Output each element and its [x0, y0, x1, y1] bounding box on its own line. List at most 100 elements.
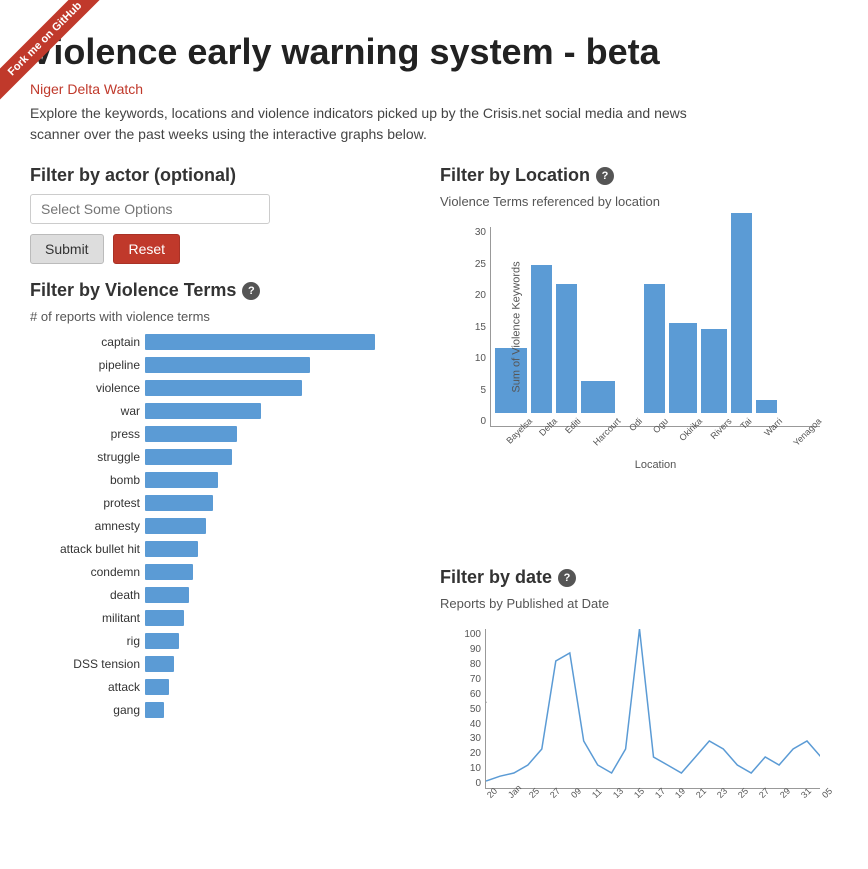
- location-subtitle: Violence Terms referenced by location: [440, 194, 838, 209]
- date-help-icon[interactable]: ?: [558, 569, 576, 587]
- violence-bar-row[interactable]: death: [30, 585, 400, 605]
- date-x-tick-label: 09: [569, 786, 583, 800]
- violence-term-label: bomb: [30, 473, 145, 487]
- violence-term-bar: [145, 334, 375, 350]
- violence-bar-row[interactable]: militant: [30, 608, 400, 628]
- location-bar-col[interactable]: Editi: [556, 284, 577, 426]
- location-bar: [756, 400, 777, 413]
- violence-term-bar: [145, 403, 261, 419]
- location-bar: [531, 265, 552, 413]
- date-x-tick-label: 29: [778, 786, 792, 800]
- violence-term-label: protest: [30, 496, 145, 510]
- location-bar: [644, 284, 665, 413]
- date-y-label: # of Reports: [485, 679, 487, 739]
- location-bar-col[interactable]: Rivers: [701, 329, 727, 426]
- violence-term-bar: [145, 564, 193, 580]
- date-x-tick-label: 21: [694, 786, 708, 800]
- location-bar: [556, 284, 577, 413]
- violence-term-bar: [145, 518, 206, 534]
- date-x-tick-label: 15: [632, 786, 646, 800]
- date-x-tick-label: 13: [611, 786, 625, 800]
- date-svg: [486, 629, 820, 788]
- location-bar-col[interactable]: Okirika: [669, 323, 697, 426]
- date-y-tick: 50: [470, 704, 481, 715]
- violence-bar-row[interactable]: war: [30, 401, 400, 421]
- location-y-ticks: 051015202530: [440, 227, 490, 427]
- violence-bar-row[interactable]: protest: [30, 493, 400, 513]
- date-y-tick: 40: [470, 719, 481, 730]
- date-y-tick: 70: [470, 674, 481, 685]
- violence-bar-row[interactable]: pipeline: [30, 355, 400, 375]
- date-x-tick-label: 27: [757, 786, 771, 800]
- location-y-tick: 30: [475, 227, 486, 238]
- violence-bar-row[interactable]: DSS tension: [30, 654, 400, 674]
- location-bar: [581, 381, 616, 413]
- violence-term-label: gang: [30, 703, 145, 717]
- violence-bar-row[interactable]: rig: [30, 631, 400, 651]
- violence-bar-row[interactable]: press: [30, 424, 400, 444]
- filter-violence-title: Filter by Violence Terms ?: [30, 280, 410, 301]
- location-y-label: Sum of Violence Keywords: [511, 261, 523, 392]
- location-bar: [701, 329, 727, 413]
- violence-bar-row[interactable]: attack: [30, 677, 400, 697]
- date-y-tick: 80: [470, 659, 481, 670]
- violence-term-label: militant: [30, 611, 145, 625]
- filter-date-section: Filter by date ? Reports by Published at…: [440, 567, 838, 849]
- filter-location-section: Filter by Location ? Violence Terms refe…: [440, 165, 838, 487]
- violence-term-label: attack: [30, 680, 145, 694]
- violence-bar-row[interactable]: condemn: [30, 562, 400, 582]
- date-x-tick-label: 20: [485, 786, 499, 800]
- violence-subtitle: # of reports with violence terms: [30, 309, 410, 324]
- location-x-tick-label: Bayelsa: [504, 416, 534, 446]
- submit-button[interactable]: Submit: [30, 234, 104, 264]
- reset-button[interactable]: Reset: [113, 234, 180, 264]
- location-y-tick: 15: [475, 322, 486, 333]
- page-title: Violence early warning system - beta: [30, 30, 838, 73]
- location-bar-chart: 051015202530 Sum of Violence Keywords Ba…: [440, 217, 830, 487]
- violence-bar-row[interactable]: bomb: [30, 470, 400, 490]
- location-x-tick-label: Harcourt: [591, 416, 622, 447]
- violence-help-icon[interactable]: ?: [242, 282, 260, 300]
- location-bar-col[interactable]: Warri: [756, 400, 777, 426]
- location-x-tick-label: Okirika: [677, 416, 704, 443]
- actor-select-input[interactable]: [30, 194, 270, 224]
- violence-term-label: condemn: [30, 565, 145, 579]
- location-bar-col[interactable]: Tai: [731, 213, 752, 426]
- location-bar: [731, 213, 752, 413]
- violence-bar-row[interactable]: attack bullet hit: [30, 539, 400, 559]
- violence-bar-row[interactable]: violence: [30, 378, 400, 398]
- violence-term-label: press: [30, 427, 145, 441]
- date-x-tick-label: 05: [820, 786, 834, 800]
- location-bar-col[interactable]: Odi: [619, 413, 640, 426]
- violence-bar-row[interactable]: captain: [30, 332, 400, 352]
- location-x-label: Location: [635, 459, 677, 471]
- location-help-icon[interactable]: ?: [596, 167, 614, 185]
- violence-term-label: death: [30, 588, 145, 602]
- date-x-tick-label: 31: [799, 786, 813, 800]
- date-x-ticks: 20Jan252709111315171921232527293105: [485, 789, 820, 849]
- violence-bar-row[interactable]: amnesty: [30, 516, 400, 536]
- date-x-tick-label: 27: [548, 786, 562, 800]
- violence-term-label: war: [30, 404, 145, 418]
- violence-term-bar: [145, 426, 237, 442]
- github-ribbon[interactable]: Fork me on GitHub: [0, 0, 120, 120]
- site-link[interactable]: Niger Delta Watch: [30, 81, 838, 97]
- location-bar-col[interactable]: Delta: [531, 265, 552, 426]
- date-y-tick: 60: [470, 689, 481, 700]
- location-bar-col[interactable]: Harcourt: [581, 381, 616, 426]
- date-y-tick: 100: [464, 629, 481, 640]
- page-description: Explore the keywords, locations and viol…: [30, 103, 730, 145]
- violence-term-label: violence: [30, 381, 145, 395]
- date-y-tick: 20: [470, 748, 481, 759]
- violence-bar-row[interactable]: struggle: [30, 447, 400, 467]
- location-y-tick: 0: [480, 416, 486, 427]
- location-bar-col[interactable]: Yenagoa: [781, 413, 816, 426]
- violence-bar-row[interactable]: gang: [30, 700, 400, 720]
- violence-term-bar: [145, 541, 198, 557]
- location-bar-col[interactable]: Ogu: [644, 284, 665, 426]
- location-bar: [669, 323, 697, 413]
- date-y-tick: 0: [475, 778, 481, 789]
- filter-date-title: Filter by date ?: [440, 567, 838, 588]
- location-x-tick-label: Yenagoa: [791, 416, 823, 448]
- date-line-chart: 0102030405060708090100 # of Reports 20Ja…: [440, 619, 830, 849]
